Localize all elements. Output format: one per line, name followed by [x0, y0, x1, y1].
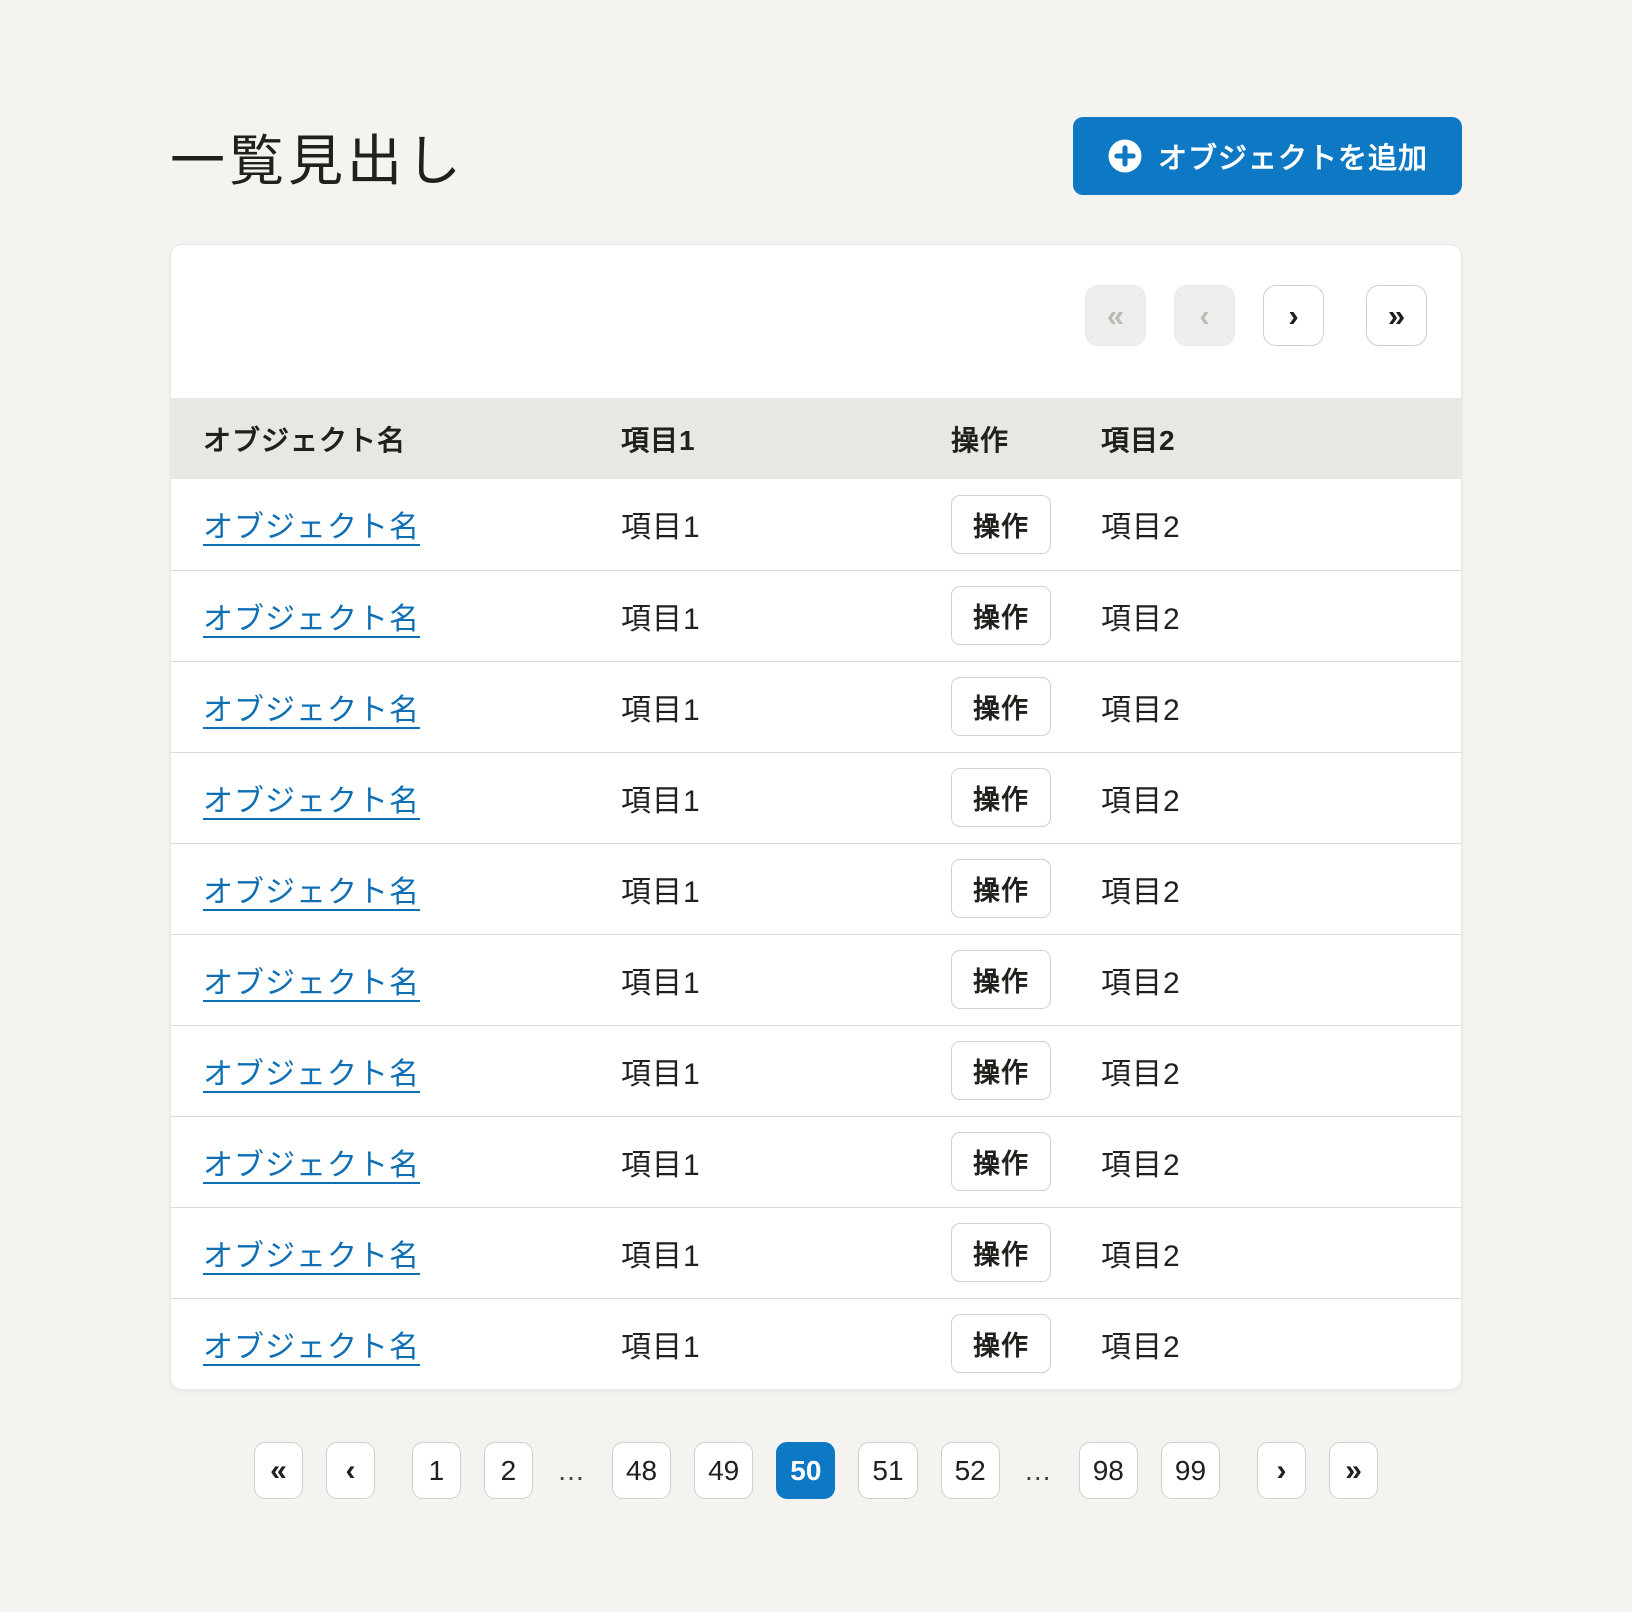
item1-cell: 項目1 [621, 661, 951, 752]
action-button[interactable]: 操作 [951, 1132, 1051, 1191]
page-button-98[interactable]: 98 [1079, 1442, 1138, 1499]
item2-cell: 項目2 [1101, 1298, 1461, 1389]
action-button[interactable]: 操作 [951, 1223, 1051, 1282]
page-button-50-current[interactable]: 50 [776, 1442, 835, 1499]
action-button[interactable]: 操作 [951, 950, 1051, 1009]
last-page-button[interactable]: » [1329, 1442, 1378, 1499]
table-row: オブジェクト名 項目1 操作 項目2 [171, 661, 1461, 752]
action-button[interactable]: 操作 [951, 859, 1051, 918]
table-row: オブジェクト名 項目1 操作 項目2 [171, 1116, 1461, 1207]
page-header: 一覧見出し オブジェクトを追加 [170, 0, 1462, 196]
item1-cell: 項目1 [621, 1207, 951, 1298]
item2-cell: 項目2 [1101, 1116, 1461, 1207]
action-button[interactable]: 操作 [951, 495, 1051, 554]
table-row: オブジェクト名 項目1 操作 項目2 [171, 1025, 1461, 1116]
item2-cell: 項目2 [1101, 570, 1461, 661]
item1-cell: 項目1 [621, 1116, 951, 1207]
pagination-ellipsis: … [556, 1455, 589, 1487]
item2-cell: 項目2 [1101, 479, 1461, 570]
column-header-action: 操作 [951, 398, 1101, 479]
table-header-row: オブジェクト名 項目1 操作 項目2 [171, 398, 1461, 479]
page-button-48[interactable]: 48 [612, 1442, 671, 1499]
page-button-2[interactable]: 2 [484, 1442, 533, 1499]
page-button-49[interactable]: 49 [694, 1442, 753, 1499]
page-button-52[interactable]: 52 [941, 1442, 1000, 1499]
prev-page-button[interactable]: ‹ [1174, 285, 1235, 346]
item1-cell: 項目1 [621, 1298, 951, 1389]
object-name-link[interactable]: オブジェクト名 [203, 603, 420, 636]
item1-cell: 項目1 [621, 752, 951, 843]
item2-cell: 項目2 [1101, 934, 1461, 1025]
prev-page-button[interactable]: ‹ [326, 1442, 375, 1499]
plus-circle-icon [1107, 138, 1143, 174]
table-row: オブジェクト名 項目1 操作 項目2 [171, 479, 1461, 570]
action-button[interactable]: 操作 [951, 677, 1051, 736]
page-container: 一覧見出し オブジェクトを追加 « ‹ › » オブジェクト名 項目1 [170, 0, 1462, 1499]
add-object-button-label: オブジェクトを追加 [1158, 135, 1428, 177]
item2-cell: 項目2 [1101, 661, 1461, 752]
table-row: オブジェクト名 項目1 操作 項目2 [171, 1207, 1461, 1298]
action-button[interactable]: 操作 [951, 586, 1051, 645]
pagination-ellipsis: … [1023, 1455, 1056, 1487]
table-row: オブジェクト名 項目1 操作 項目2 [171, 752, 1461, 843]
last-page-button[interactable]: » [1366, 285, 1427, 346]
next-page-button[interactable]: › [1257, 1442, 1306, 1499]
column-header-item2: 項目2 [1101, 398, 1461, 479]
item1-cell: 項目1 [621, 1025, 951, 1116]
bottom-pagination: « ‹ 1 2 … 48 49 50 51 52 … 98 99 › » [170, 1442, 1462, 1499]
page-button-1[interactable]: 1 [412, 1442, 461, 1499]
item2-cell: 項目2 [1101, 1207, 1461, 1298]
table-row: オブジェクト名 項目1 操作 項目2 [171, 934, 1461, 1025]
action-button[interactable]: 操作 [951, 1041, 1051, 1100]
item2-cell: 項目2 [1101, 1025, 1461, 1116]
object-name-link[interactable]: オブジェクト名 [203, 876, 420, 909]
object-name-link[interactable]: オブジェクト名 [203, 511, 420, 544]
next-page-button[interactable]: › [1263, 285, 1324, 346]
column-header-object-name: オブジェクト名 [171, 398, 621, 479]
item1-cell: 項目1 [621, 570, 951, 661]
object-name-link[interactable]: オブジェクト名 [203, 1149, 420, 1182]
action-button[interactable]: 操作 [951, 768, 1051, 827]
first-page-button[interactable]: « [254, 1442, 303, 1499]
page-button-99[interactable]: 99 [1161, 1442, 1220, 1499]
item1-cell: 項目1 [621, 934, 951, 1025]
add-object-button[interactable]: オブジェクトを追加 [1073, 117, 1462, 195]
object-name-link[interactable]: オブジェクト名 [203, 785, 420, 818]
object-table: オブジェクト名 項目1 操作 項目2 オブジェクト名 項目1 操作 項目2 オブ… [171, 398, 1461, 1389]
column-header-item1: 項目1 [621, 398, 951, 479]
first-page-button[interactable]: « [1085, 285, 1146, 346]
object-name-link[interactable]: オブジェクト名 [203, 1058, 420, 1091]
item1-cell: 項目1 [621, 479, 951, 570]
table-row: オブジェクト名 項目1 操作 項目2 [171, 1298, 1461, 1389]
action-button[interactable]: 操作 [951, 1314, 1051, 1373]
table-row: オブジェクト名 項目1 操作 項目2 [171, 570, 1461, 661]
item1-cell: 項目1 [621, 843, 951, 934]
object-name-link[interactable]: オブジェクト名 [203, 1240, 420, 1273]
object-name-link[interactable]: オブジェクト名 [203, 694, 420, 727]
table-row: オブジェクト名 項目1 操作 項目2 [171, 843, 1461, 934]
top-pagination: « ‹ › » [171, 245, 1461, 398]
object-name-link[interactable]: オブジェクト名 [203, 967, 420, 1000]
page-button-51[interactable]: 51 [858, 1442, 917, 1499]
item2-cell: 項目2 [1101, 752, 1461, 843]
page-title: 一覧見出し [170, 116, 465, 196]
object-name-link[interactable]: オブジェクト名 [203, 1331, 420, 1364]
list-card: « ‹ › » オブジェクト名 項目1 操作 項目2 オブジェクト名 項目1 操… [170, 244, 1462, 1390]
item2-cell: 項目2 [1101, 843, 1461, 934]
